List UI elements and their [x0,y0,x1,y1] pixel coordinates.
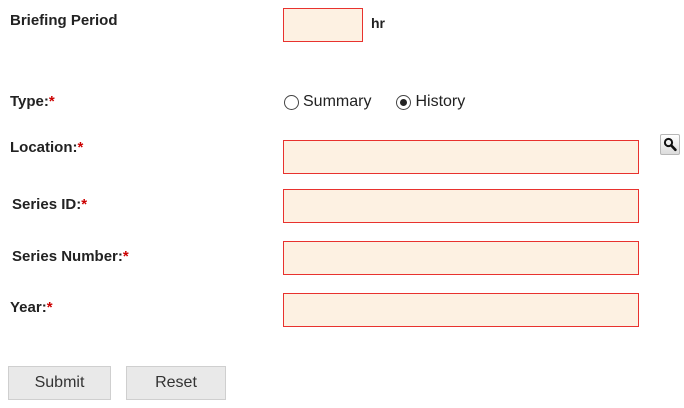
reset-button[interactable]: Reset [126,366,226,400]
required-marker: * [46,299,53,316]
required-marker: * [48,93,55,110]
series-id-label: Series ID:* [12,196,88,213]
series-number-input[interactable] [283,241,639,275]
summary-option-label: Summary [303,93,372,110]
briefing-form: Briefing Period hr Type:* Summary Histor… [0,0,684,408]
briefing-period-unit: hr [371,15,385,31]
history-radio[interactable] [396,94,412,110]
briefing-period-label: Briefing Period [10,12,118,29]
briefing-period-input[interactable] [283,8,363,42]
year-label: Year:* [10,299,53,316]
series-id-input[interactable] [283,189,639,223]
required-marker: * [122,248,129,265]
submit-button[interactable]: Submit [8,366,111,400]
type-option-history[interactable]: History [396,93,465,111]
required-marker: * [81,196,88,213]
type-label: Type:* [10,93,55,110]
type-radio-group: Summary History [284,91,465,113]
location-input[interactable] [283,140,639,174]
required-marker: * [77,139,84,156]
summary-radio[interactable] [284,94,299,110]
type-option-summary[interactable]: Summary [284,93,371,111]
location-label: Location:* [10,139,84,156]
year-input[interactable] [283,293,639,327]
location-search-button[interactable] [660,134,680,155]
search-icon [663,137,677,152]
series-number-label: Series Number:* [12,248,129,265]
history-option-label: History [415,93,466,110]
